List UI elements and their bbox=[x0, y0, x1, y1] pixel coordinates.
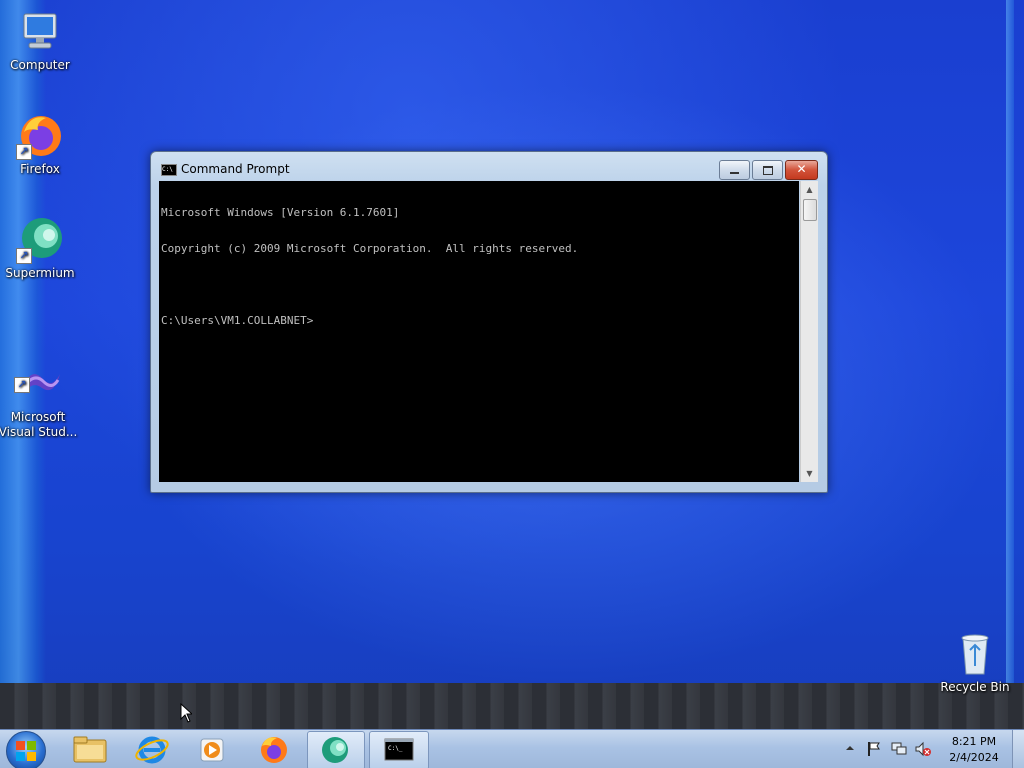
desktop-icon-label: Recycle Bin bbox=[940, 680, 1010, 694]
console-icon: C:\ bbox=[161, 164, 177, 176]
console-line: Microsoft Windows [Version 6.1.7601] bbox=[161, 206, 400, 219]
window-title: Command Prompt bbox=[181, 162, 290, 176]
shortcut-arrow-icon: ↗ bbox=[16, 248, 32, 264]
taskbar: C:\_ 8:21 PM 2/4/2024 bbox=[0, 729, 1024, 768]
console-icon: C:\_ bbox=[384, 738, 414, 761]
window-titlebar[interactable]: C:\ Command Prompt ✕ bbox=[151, 152, 827, 180]
command-prompt-window[interactable]: C:\ Command Prompt ✕ Microsoft Windows [… bbox=[150, 151, 828, 493]
action-center-flag-icon[interactable] bbox=[865, 740, 883, 758]
supermium-icon: ↗ bbox=[16, 216, 64, 264]
wallpaper-glow-right bbox=[1006, 0, 1014, 690]
wallpaper-floor bbox=[0, 683, 1024, 730]
taskbar-explorer-button[interactable] bbox=[62, 731, 118, 768]
close-button[interactable]: ✕ bbox=[785, 160, 818, 180]
clock-date: 2/4/2024 bbox=[949, 751, 999, 764]
folder-icon bbox=[73, 736, 107, 763]
desktop-icon-recycle-bin[interactable]: Recycle Bin bbox=[935, 630, 1015, 695]
desktop-icon-label: Firefox bbox=[20, 162, 60, 176]
media-player-icon bbox=[200, 738, 224, 762]
taskbar-media-player-button[interactable] bbox=[184, 731, 240, 768]
desktop-icon-label: Microsoft Visual Stud... bbox=[0, 410, 78, 439]
desktop-icon-visual-studio[interactable]: ↗ Microsoft Visual Stud... bbox=[0, 330, 78, 455]
supermium-icon bbox=[322, 737, 348, 763]
desktop-icon-label: Supermium bbox=[5, 266, 75, 280]
clock-time: 8:21 PM bbox=[951, 735, 997, 748]
desktop-icon-firefox[interactable]: ↗ Firefox bbox=[0, 112, 80, 177]
start-button[interactable] bbox=[6, 731, 46, 768]
scroll-up-arrow-icon[interactable]: ▲ bbox=[801, 181, 818, 198]
firefox-icon: ↗ bbox=[16, 112, 64, 160]
console-output[interactable]: Microsoft Windows [Version 6.1.7601] Cop… bbox=[159, 181, 799, 482]
scroll-thumb[interactable] bbox=[803, 199, 817, 221]
show-desktop-button[interactable] bbox=[1012, 730, 1024, 768]
vertical-scrollbar[interactable]: ▲ ▼ bbox=[800, 181, 818, 482]
recycle-bin-icon bbox=[951, 630, 999, 678]
taskbar-supermium-button[interactable] bbox=[307, 731, 365, 768]
show-hidden-icons-arrow-icon[interactable] bbox=[844, 742, 856, 754]
close-icon: ✕ bbox=[796, 162, 807, 176]
taskbar-command-prompt-button[interactable]: C:\_ bbox=[369, 731, 429, 768]
console-prompt: C:\Users\VM1.COLLABNET> bbox=[161, 314, 314, 327]
shortcut-arrow-icon: ↗ bbox=[14, 377, 30, 393]
firefox-icon bbox=[261, 737, 287, 763]
svg-text:C:\_: C:\_ bbox=[388, 745, 403, 752]
minimize-button[interactable] bbox=[719, 160, 750, 180]
windows-logo-icon bbox=[16, 741, 36, 761]
desktop-icon-supermium[interactable]: ↗ Supermium bbox=[0, 216, 80, 281]
desktop-icon-computer[interactable]: Computer bbox=[0, 8, 80, 73]
volume-muted-icon[interactable] bbox=[914, 740, 932, 758]
taskbar-firefox-button[interactable] bbox=[246, 731, 302, 768]
mouse-cursor-icon bbox=[180, 703, 192, 723]
scroll-down-arrow-icon[interactable]: ▼ bbox=[801, 465, 818, 482]
internet-explorer-icon bbox=[135, 736, 169, 764]
minimize-icon bbox=[730, 172, 739, 174]
network-icon[interactable] bbox=[890, 740, 908, 758]
desktop-icon-label: Computer bbox=[10, 58, 70, 72]
computer-icon bbox=[16, 8, 64, 56]
desktop[interactable]: Computer ↗ Firefox ↗ Supermium ↗ Microso… bbox=[0, 0, 1024, 768]
maximize-button[interactable] bbox=[752, 160, 783, 180]
visual-studio-icon: ↗ bbox=[14, 345, 62, 394]
taskbar-clock[interactable]: 8:21 PM 2/4/2024 bbox=[936, 734, 1012, 766]
console-line: Copyright (c) 2009 Microsoft Corporation… bbox=[161, 242, 579, 255]
maximize-icon bbox=[763, 166, 773, 175]
taskbar-internet-explorer-button[interactable] bbox=[124, 731, 180, 768]
shortcut-arrow-icon: ↗ bbox=[16, 144, 32, 160]
